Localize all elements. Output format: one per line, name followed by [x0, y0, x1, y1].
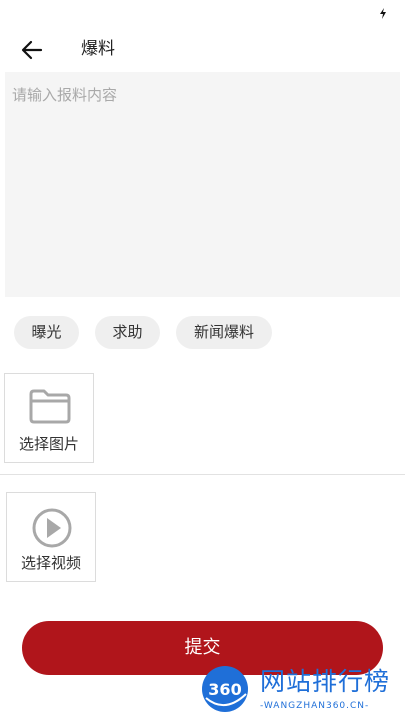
play-circle-icon [32, 508, 72, 548]
divider [0, 474, 405, 475]
svg-text:360: 360 [208, 680, 241, 699]
watermark-title: 网站排行榜 [260, 667, 391, 696]
report-content-input[interactable] [5, 72, 400, 297]
watermark: 360 网站排行榜 -WANGZHAN360.CN- [196, 660, 405, 720]
tag-help[interactable]: 求助 [95, 316, 160, 349]
page-title: 爆料 [81, 39, 115, 59]
watermark-logo: 360 [202, 666, 248, 712]
select-video-button[interactable]: 选择视频 [6, 492, 96, 582]
bolt-icon [380, 8, 386, 19]
select-image-button[interactable]: 选择图片 [4, 373, 94, 463]
watermark-subtitle: -WANGZHAN360.CN- [260, 701, 370, 711]
folder-icon [29, 389, 71, 424]
back-button[interactable] [14, 33, 50, 67]
tag-exposure[interactable]: 曝光 [14, 316, 79, 349]
tag-news-tip[interactable]: 新闻爆料 [176, 316, 272, 349]
status-bar [0, 0, 405, 26]
select-image-label: 选择图片 [18, 435, 79, 453]
arrow-left-icon [21, 40, 43, 60]
select-video-label: 选择视频 [20, 554, 81, 572]
